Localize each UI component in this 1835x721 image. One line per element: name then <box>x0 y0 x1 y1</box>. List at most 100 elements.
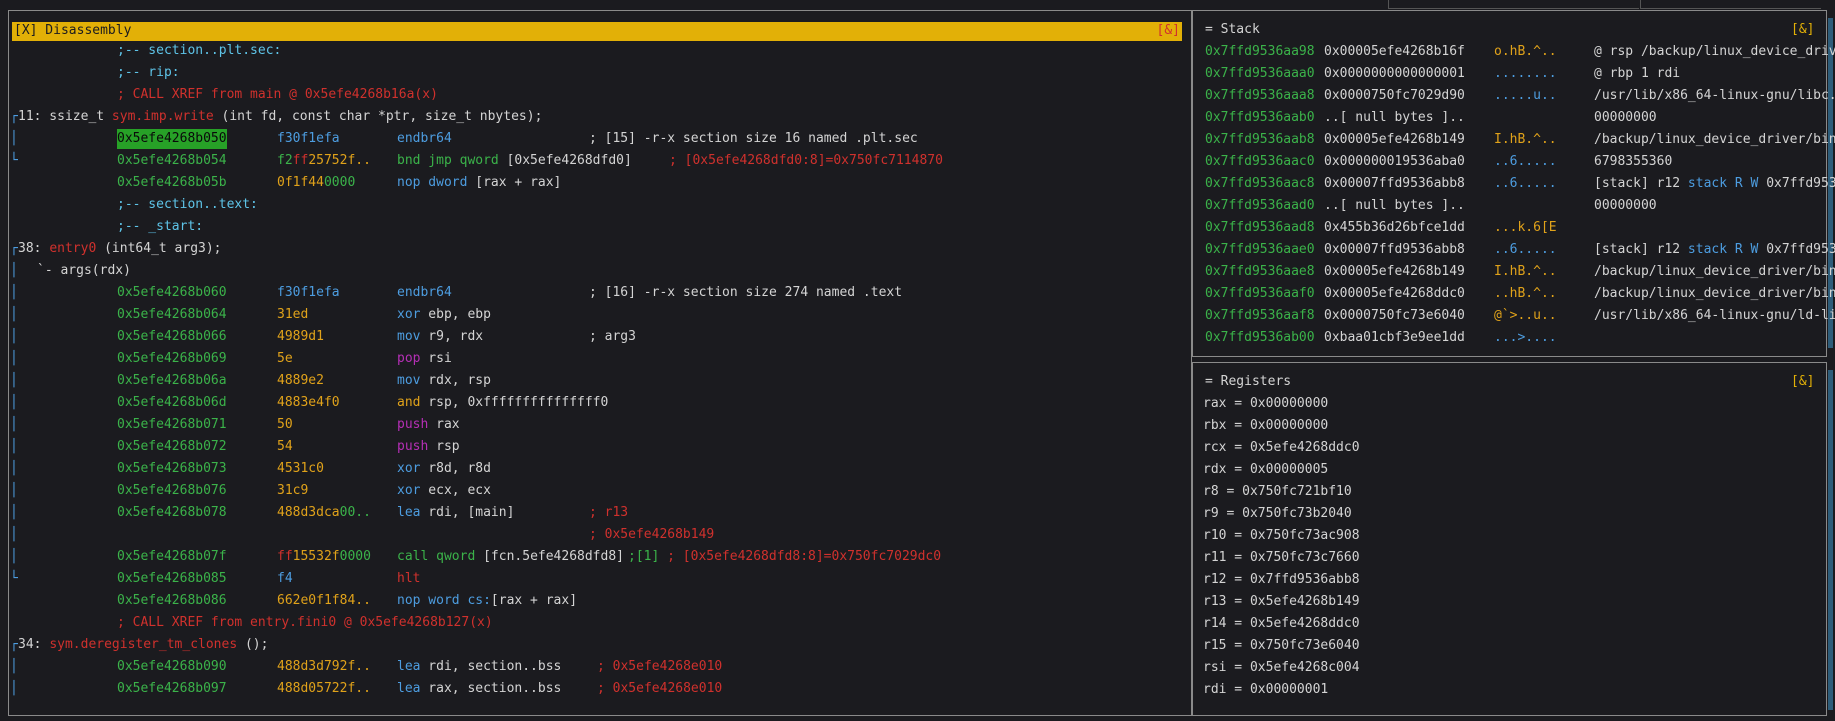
stack-address[interactable]: 0x7ffd9536aac0 <box>1205 152 1315 172</box>
registers-scrollbar[interactable] <box>1828 370 1833 710</box>
disasm-line[interactable]: │ 0x5efe4268b071 50 push rax <box>0 415 1184 435</box>
instruction-address[interactable]: 0x5efe4268b086 <box>117 591 227 611</box>
disasm-line[interactable]: │ 0x5efe4268b078 488d3dca00.. lea rdi, [mai… <box>0 503 1184 523</box>
stack-address[interactable]: 0x7ffd9536ab00 <box>1205 328 1315 348</box>
disasm-line[interactable]: ;-- section..plt.sec: <box>0 41 1184 61</box>
instruction-address[interactable]: 0x5efe4268b076 <box>117 481 227 501</box>
disasm-line[interactable]: │ 0x5efe4268b060 f30f1efa endbr64 ; [16] -r-… <box>0 283 1184 303</box>
instruction-address[interactable]: 0x5efe4268b066 <box>117 327 227 347</box>
disasm-line[interactable]: │ 0x5efe4268b076 31c9 xor ecx, ecx <box>0 481 1184 501</box>
disasm-line[interactable]: ┌ 38: entry0 (int64_t arg3); <box>0 239 1184 259</box>
disasm-line[interactable]: │ 0x5efe4268b050 f30f1efa endbr64 ; [15] -r-… <box>0 129 1184 149</box>
stack-address[interactable]: 0x7ffd9536aaa0 <box>1205 64 1315 84</box>
disasm-line[interactable]: │ 0x5efe4268b064 31ed xor ebp, ebp <box>0 305 1184 325</box>
instruction-bytes: 54 <box>277 439 293 454</box>
disasm-line[interactable]: ┌ 11: ssize_t sym.imp.write (int fd, cons… <box>0 107 1184 127</box>
instruction-address[interactable]: 0x5efe4268b060 <box>117 283 227 303</box>
register-row[interactable]: r8 = 0x750fc721bf10 <box>1203 482 1352 502</box>
register-row[interactable]: rcx = 0x5efe4268ddc0 <box>1203 438 1360 458</box>
stack-address[interactable]: 0x7ffd9536aab0 <box>1205 108 1315 128</box>
instruction-address[interactable]: 0x5efe4268b078 <box>117 503 227 523</box>
register-row[interactable]: r13 = 0x5efe4268b149 <box>1203 592 1360 612</box>
flow-arrow: │ <box>10 285 18 300</box>
disasm-line[interactable]: │ 0x5efe4268b072 54 push rsp <box>0 437 1184 457</box>
function-name[interactable]: sym.imp.write <box>112 109 214 124</box>
stack-address[interactable]: 0x7ffd9536aaf0 <box>1205 284 1315 304</box>
instruction-address[interactable]: 0x5efe4268b085 <box>117 569 227 589</box>
disasm-line[interactable]: 0x5efe4268b05b 0f1f440000 nop dword [rax +… <box>0 173 1184 193</box>
instruction-address[interactable]: 0x5efe4268b073 <box>117 459 227 479</box>
disasm-line[interactable]: │ 0x5efe4268b07f ff15532f0000 call qword [f… <box>0 547 1184 567</box>
register-row[interactable]: rsi = 0x5efe4268c004 <box>1203 658 1360 678</box>
instruction-operands: [0x5efe4268dfd0] <box>498 153 632 168</box>
disasm-line[interactable]: │ 0x5efe4268b069 5e pop rsi <box>0 349 1184 369</box>
registers-menu-button[interactable]: [&] <box>1791 374 1814 389</box>
register-row[interactable]: r12 = 0x7ffd9536abb8 <box>1203 570 1360 590</box>
instruction-address[interactable]: 0x5efe4268b06d <box>117 393 227 413</box>
disassembly-menu-button[interactable]: [&] <box>1157 23 1180 38</box>
instruction-address[interactable]: 0x5efe4268b064 <box>117 305 227 325</box>
instruction-address[interactable]: 0x5efe4268b054 <box>117 151 227 171</box>
disasm-line[interactable]: ; CALL XREF from entry.fini0 @ 0x5efe426… <box>0 613 1184 633</box>
register-row[interactable]: rax = 0x00000000 <box>1203 394 1328 414</box>
byte-chunk: 25752f.. <box>308 153 371 168</box>
instruction-address[interactable]: 0x5efe4268b05b <box>117 173 227 193</box>
stack-menu-button[interactable]: [&] <box>1791 22 1814 37</box>
disasm-line[interactable]: └ 0x5efe4268b054 f2ff25752f.. bnd jmp qword… <box>0 151 1184 171</box>
disasm-line[interactable]: ┌ 34: sym.deregister_tm_clones (); <box>0 635 1184 655</box>
instruction-bytes-cell: 4883e4f0 <box>277 393 340 413</box>
flow-arrow: │ <box>10 395 18 410</box>
stack-address[interactable]: 0x7ffd9536aab8 <box>1205 130 1315 150</box>
instruction-mnemonic: endbr64 <box>397 285 452 300</box>
function-name[interactable]: entry0 <box>49 241 96 256</box>
disasm-line[interactable]: │ 0x5efe4268b073 4531c0 xor r8d, r8d <box>0 459 1184 479</box>
disasm-line[interactable]: │ 0x5efe4268b06d 4883e4f0 and rsp, 0xffffff… <box>0 393 1184 413</box>
stack-address[interactable]: 0x7ffd9536aae0 <box>1205 240 1315 260</box>
instruction-text: xor ecx, ecx <box>397 481 491 501</box>
stack-address[interactable]: 0x7ffd9536aad0 <box>1205 196 1315 216</box>
disassembly-title-bar[interactable]: [X] Disassembly [&] <box>12 22 1182 41</box>
register-row[interactable]: rbx = 0x00000000 <box>1203 416 1328 436</box>
instruction-address[interactable]: 0x5efe4268b071 <box>117 415 227 435</box>
instruction-address[interactable]: 0x5efe4268b06a <box>117 371 227 391</box>
instruction-address[interactable]: 0x5efe4268b069 <box>117 349 227 369</box>
disasm-line[interactable]: │ 0x5efe4268b090 488d3d792f.. lea rdi, sect… <box>0 657 1184 677</box>
function-name[interactable]: sym.deregister_tm_clones <box>49 637 237 652</box>
instruction-operands: rsp <box>428 439 460 454</box>
stack-address[interactable]: 0x7ffd9536aaa8 <box>1205 86 1315 106</box>
instruction-address[interactable]: 0x5efe4268b07f <box>117 547 227 567</box>
stack-address[interactable]: 0x7ffd9536aad8 <box>1205 218 1315 238</box>
register-row[interactable]: r9 = 0x750fc73b2040 <box>1203 504 1352 524</box>
xref-index[interactable]: ;[1] <box>628 549 667 564</box>
disasm-line[interactable]: │ 0x5efe4268b097 488d05722f.. lea rax, sect… <box>0 679 1184 699</box>
disasm-line[interactable]: ;-- rip: <box>0 63 1184 83</box>
instruction-address[interactable]: 0x5efe4268b090 <box>117 657 227 677</box>
disasm-line[interactable]: │ `- args(rdx) <box>0 261 1184 281</box>
stack-address[interactable]: 0x7ffd9536aae8 <box>1205 262 1315 282</box>
register-row[interactable]: rdx = 0x00000005 <box>1203 460 1328 480</box>
disasm-line[interactable]: │ 0x5efe4268b066 4989d1 mov r9, rdx ; arg3 <box>0 327 1184 347</box>
disasm-line[interactable]: │ 0x5efe4268b06a 4889e2 mov rdx, rsp <box>0 371 1184 391</box>
register-row[interactable]: r10 = 0x750fc73ac908 <box>1203 526 1360 546</box>
disasm-line[interactable]: 0x5efe4268b086 662e0f1f84.. nop word cs:[r… <box>0 591 1184 611</box>
register-row[interactable]: r15 = 0x750fc73e6040 <box>1203 636 1360 656</box>
instruction-address[interactable]: 0x5efe4268b050 <box>117 129 227 149</box>
disasm-line[interactable]: ;-- section..text: <box>0 195 1184 215</box>
instruction-address[interactable]: 0x5efe4268b072 <box>117 437 227 457</box>
stack-address[interactable]: 0x7ffd9536aa98 <box>1205 42 1315 62</box>
stack-ascii: ...>.... <box>1494 330 1557 345</box>
flow-arrow: │ <box>10 263 18 278</box>
stack-address[interactable]: 0x7ffd9536aaf8 <box>1205 306 1315 326</box>
stack-address[interactable]: 0x7ffd9536aac8 <box>1205 174 1315 194</box>
disasm-line[interactable]: ;-- _start: <box>0 217 1184 237</box>
stack-ascii: ..6..... <box>1494 242 1557 257</box>
disasm-line[interactable]: └ 0x5efe4268b085 f4 hlt <box>0 569 1184 589</box>
disasm-line[interactable]: │ ; 0x5efe4268b149 <box>0 525 1184 545</box>
register-row[interactable]: r14 = 0x5efe4268ddc0 <box>1203 614 1360 634</box>
instruction-text: pop rsi <box>397 349 452 369</box>
disasm-line[interactable]: ; CALL XREF from main @ 0x5efe4268b16a(x… <box>0 85 1184 105</box>
register-row[interactable]: rdi = 0x00000001 <box>1203 680 1328 700</box>
register-row[interactable]: r11 = 0x750fc73c7660 <box>1203 548 1360 568</box>
instruction-bytes: 4889e2 <box>277 373 324 388</box>
instruction-address[interactable]: 0x5efe4268b097 <box>117 679 227 699</box>
